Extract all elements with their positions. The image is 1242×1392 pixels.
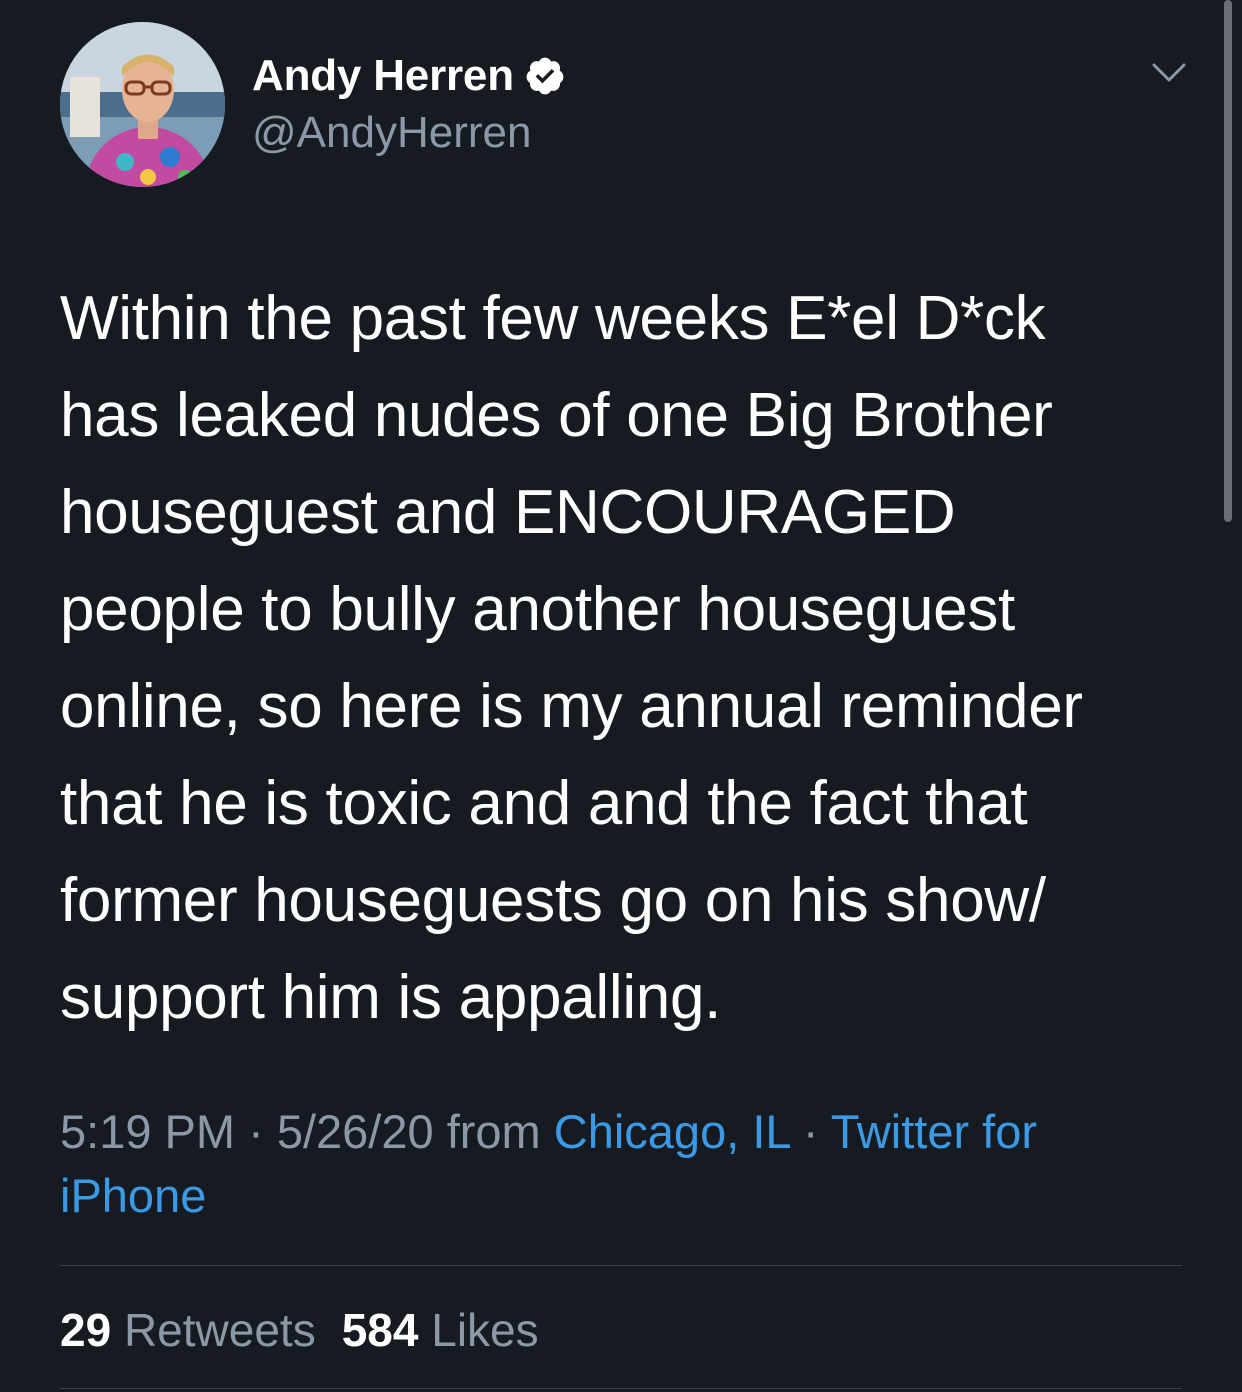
- retweets-count: 29: [60, 1304, 112, 1356]
- divider: [60, 1388, 1182, 1389]
- tweet-time[interactable]: 5:19 PM: [60, 1105, 235, 1158]
- tweet-detail: Andy Herren @AndyHerren Within the past …: [0, 0, 1242, 1392]
- verified-check-icon: [524, 55, 566, 97]
- retweets-label: Retweets: [123, 1304, 316, 1356]
- display-name-row: Andy Herren: [252, 50, 566, 102]
- tweet-text-line: has leaked nudes of one Big Brother: [60, 381, 1053, 450]
- scrollbar[interactable]: [1224, 0, 1232, 522]
- likes-count: 584: [341, 1304, 419, 1356]
- display-name[interactable]: Andy Herren: [252, 51, 514, 101]
- tweet-date[interactable]: 5/26/20: [277, 1105, 434, 1158]
- tweet-text-line: people to bully another houseguest: [60, 575, 1015, 644]
- chevron-down-icon[interactable]: [1150, 60, 1188, 86]
- meta-separator: ·: [789, 1105, 831, 1158]
- user-handle[interactable]: @AndyHerren: [252, 108, 566, 158]
- avatar-image: [60, 22, 225, 187]
- retweets-stat[interactable]: 29 Retweets: [60, 1304, 316, 1356]
- tweet-location-link[interactable]: Chicago, IL: [554, 1105, 790, 1158]
- tweet-text: Within the past few weeks E*el D*ck has …: [60, 270, 1170, 1046]
- tweet-text-line: former houseguests go on his show/: [60, 866, 1046, 935]
- tweet-stats: 29 Retweets 584 Likes: [60, 1300, 565, 1360]
- meta-from-label: from: [433, 1105, 554, 1158]
- tweet-text-line: that he is toxic and and the fact that: [60, 769, 1028, 838]
- likes-label: Likes: [431, 1304, 539, 1356]
- tweet-text-line: houseguest and ENCOURAGED: [60, 478, 956, 547]
- divider: [60, 1265, 1182, 1266]
- tweet-text-line: Within the past few weeks E*el D*ck: [60, 284, 1046, 353]
- meta-separator: ·: [235, 1105, 277, 1158]
- likes-stat[interactable]: 584 Likes: [342, 1304, 539, 1356]
- avatar[interactable]: [60, 22, 225, 187]
- tweet-text-line: support him is appalling.: [60, 963, 722, 1032]
- user-info[interactable]: Andy Herren @AndyHerren: [252, 50, 566, 158]
- tweet-meta: 5:19 PM · 5/26/20 from Chicago, IL · Twi…: [60, 1100, 1170, 1228]
- tweet-text-line: online, so here is my annual reminder: [60, 672, 1083, 741]
